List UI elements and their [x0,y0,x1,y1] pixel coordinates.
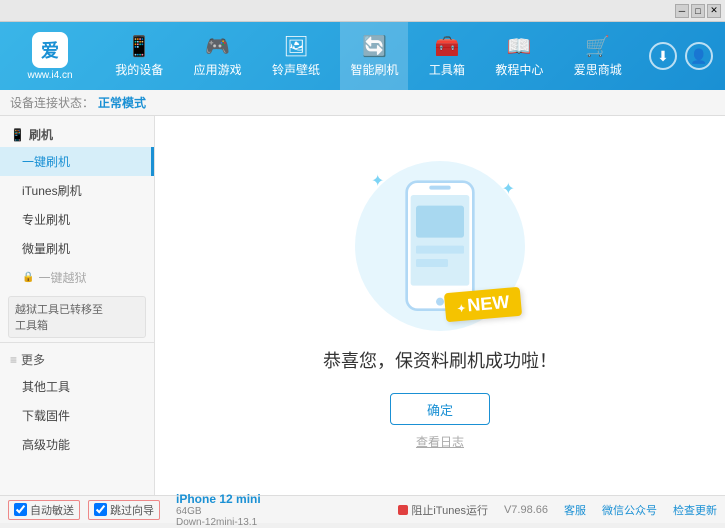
logo-icon: 爱 [32,32,68,68]
status-bar: 设备连接状态： 正常模式 [0,90,725,116]
account-button[interactable]: 👤 [685,42,713,70]
toolbox-icon: 🧰 [434,34,459,59]
window-controls[interactable]: ─ □ ✕ [675,4,721,18]
bottom-bar: 自动敏送 跳过向导 iPhone 12 mini 64GB Down-12min… [0,495,725,523]
nav-my-device[interactable]: 📱 我的设备 [105,22,173,90]
device-storage: 64GB [176,506,261,517]
sparkle-top-right-icon: ✦ [502,179,515,199]
sidebar-item-jailbreak: 🔒 一键越狱 [0,263,154,292]
sidebar-divider [0,342,154,343]
download-button[interactable]: ⬇ [649,42,677,70]
minimize-button[interactable]: ─ [675,4,689,18]
nav-smart-flash-label: 智能刷机 [350,61,398,78]
confirm-button[interactable]: 确定 [390,393,490,425]
bottom-right: 阻止iTunes运行 V7.98.66 客服 微信公众号 检查更新 [398,502,717,518]
nav-my-device-label: 我的设备 [115,61,163,78]
sidebar-item-other-tools[interactable]: 其他工具 [0,372,154,401]
sidebar-item-download-fw[interactable]: 下载固件 [0,401,154,430]
success-message: 恭喜您，保资料刷机成功啦！ [323,347,557,373]
device-info: iPhone 12 mini 64GB Down-12mini-13.1 [176,492,261,528]
flash-section-label: 刷机 [29,126,53,143]
bottom-left: 自动敏送 跳过向导 iPhone 12 mini 64GB Down-12min… [8,492,398,528]
nav-shop-label: 爱思商城 [574,61,622,78]
logo-area: 爱 www.i4.cn [0,32,100,81]
check-update-link[interactable]: 检查更新 [673,502,717,518]
wallpaper-icon: 🖼 [283,34,308,59]
nav-toolbox[interactable]: 🧰 工具箱 [419,22,475,90]
wechat-link[interactable]: 微信公众号 [602,502,657,518]
stop-icon [398,505,408,515]
sidebar-more-header: ≡ 更多 [0,347,154,372]
nav-apps-games[interactable]: 🎮 应用游戏 [184,22,252,90]
view-log-link[interactable]: 查看日志 [416,433,464,450]
sparkle-top-left-icon: ✦ [371,171,384,191]
title-bar: ─ □ ✕ [0,0,725,22]
nav-wallpaper[interactable]: 🖼 铃声壁纸 [262,22,330,90]
version-label: V7.98.66 [504,504,548,516]
nav-toolbox-label: 工具箱 [429,61,465,78]
nav-right: ⬇ 👤 [637,42,725,70]
tutorials-icon: 📖 [507,34,532,59]
more-equals-icon: ≡ [10,353,17,367]
success-illustration: ✦ ✦ NEW [355,161,525,331]
shop-icon: 🛒 [585,34,610,59]
sidebar-item-pro-flash[interactable]: 专业刷机 [0,205,154,234]
nav-smart-flash[interactable]: 🔄 智能刷机 [340,22,408,90]
device-model: Down-12mini-13.1 [176,517,261,528]
itunes-status: 阻止iTunes运行 [398,502,488,518]
apps-games-icon: 🎮 [205,34,230,59]
auto-send-checkbox[interactable]: 自动敏送 [8,500,80,520]
sidebar-item-advanced[interactable]: 高级功能 [0,430,154,459]
sidebar-item-itunes-flash[interactable]: iTunes刷机 [0,176,154,205]
sidebar-note-line1: 越狱工具已转移至 [15,301,139,317]
my-device-icon: 📱 [127,34,152,59]
new-badge: NEW [443,287,522,323]
smart-flash-icon: 🔄 [362,34,387,59]
maximize-button[interactable]: □ [691,4,705,18]
skip-wizard-input[interactable] [94,503,107,516]
sidebar-flash-section: 📱 刷机 [0,120,154,147]
sidebar-item-micro-flash[interactable]: 微量刷机 [0,234,154,263]
sidebar-item-one-key-flash[interactable]: 一键刷机 [0,147,154,176]
flash-section-icon: 📱 [10,128,25,142]
header: 爱 www.i4.cn 📱 我的设备 🎮 应用游戏 🖼 铃声壁纸 🔄 智能刷机 … [0,22,725,90]
nav-tutorials[interactable]: 📖 教程中心 [485,22,553,90]
nav-apps-games-label: 应用游戏 [194,61,242,78]
sidebar: 📱 刷机 一键刷机 iTunes刷机 专业刷机 微量刷机 🔒 一键越狱 越狱工具… [0,116,155,495]
content-area: ✦ ✦ NEW 恭喜您，保资料刷机成功啦！ 确定 查看日志 [155,116,725,495]
nav-items: 📱 我的设备 🎮 应用游戏 🖼 铃声壁纸 🔄 智能刷机 🧰 工具箱 📖 教程中心… [100,22,637,90]
skip-wizard-checkbox[interactable]: 跳过向导 [88,500,160,520]
lock-icon: 🔒 [22,272,34,283]
nav-wallpaper-label: 铃声壁纸 [272,61,320,78]
nav-tutorials-label: 教程中心 [495,61,543,78]
logo-site: www.i4.cn [27,70,72,81]
device-name: iPhone 12 mini [176,492,261,506]
sidebar-note-line2: 工具箱 [15,317,139,333]
nav-shop[interactable]: 🛒 爱思商城 [564,22,632,90]
status-value: 正常模式 [98,94,146,111]
customer-service-link[interactable]: 客服 [564,502,586,518]
phone-circle: ✦ ✦ NEW [355,161,525,331]
status-label: 设备连接状态： [10,94,94,111]
auto-send-input[interactable] [14,503,27,516]
main-layout: 📱 刷机 一键刷机 iTunes刷机 专业刷机 微量刷机 🔒 一键越狱 越狱工具… [0,116,725,495]
close-button[interactable]: ✕ [707,4,721,18]
sidebar-note-box: 越狱工具已转移至 工具箱 [8,296,146,338]
